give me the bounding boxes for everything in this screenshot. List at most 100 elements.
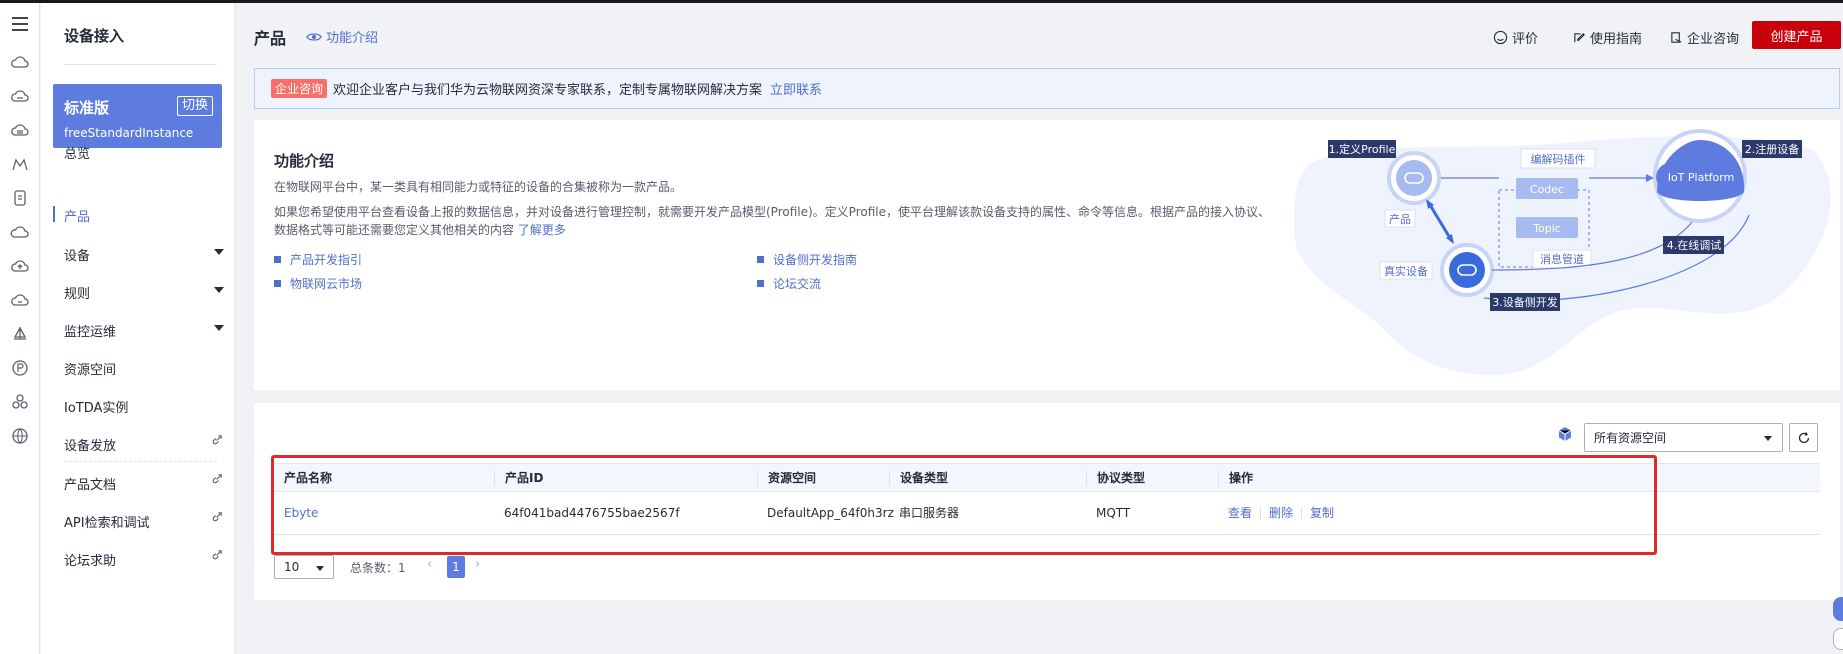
table-row: Ebyte 64f041bad4476755bae2567f DefaultAp… xyxy=(274,492,1820,535)
sidebar-item-label: 设备发放 xyxy=(64,439,117,454)
sidebar-item-iotda-instance[interactable]: IoTDA实例 xyxy=(64,397,224,416)
feature-intro-label: 功能介绍 xyxy=(326,31,379,46)
device-dev-guide-link[interactable]: 设备侧开发指南 xyxy=(757,251,857,268)
cloud-upload-icon[interactable] xyxy=(7,253,33,279)
iot-marketplace-link[interactable]: 物联网云市场 xyxy=(274,275,362,292)
cloud-database-icon[interactable] xyxy=(7,117,33,143)
page-size-value: 10 xyxy=(284,560,300,574)
codec-plugin-label: 编解码插件 xyxy=(1531,152,1586,166)
consult-banner: 企业咨询 欢迎企业客户与我们华为云物联网资深专家联系，定制专属物联网解决方案 立… xyxy=(254,68,1840,109)
sidebar-item-overview[interactable]: 总览 xyxy=(64,143,224,162)
feature-intro-link[interactable]: 功能介绍 xyxy=(306,27,378,46)
globe-icon[interactable] xyxy=(7,423,33,449)
user-guide-label: 使用指南 xyxy=(1590,32,1643,47)
column-header: 产品ID xyxy=(494,471,543,486)
chevron-down-icon xyxy=(316,566,324,571)
column-header: 产品名称 xyxy=(284,471,333,485)
sidebar-item-label: 设备 xyxy=(64,249,91,264)
cloud-outline-icon[interactable] xyxy=(7,219,33,245)
copy-button[interactable]: 复制 xyxy=(1310,506,1334,520)
ship-icon[interactable] xyxy=(7,321,33,347)
sidebar-item-device-provisioning[interactable]: 设备发放 xyxy=(64,435,224,454)
intro-title: 功能介绍 xyxy=(274,152,335,170)
page-number-button[interactable]: 1 xyxy=(447,556,465,578)
enterprise-consult-label: 企业咨询 xyxy=(1687,32,1740,47)
sidebar-item-forum[interactable]: 论坛求助 xyxy=(64,550,224,569)
floating-help-button[interactable] xyxy=(1833,597,1843,621)
column-header: 资源空间 xyxy=(757,471,816,486)
intro-detail: 如果您希望使用平台查看设备上报的数据信息，并对设备进行管理控制，就需要开发产品模… xyxy=(274,203,1274,239)
column-header: 操作 xyxy=(1218,471,1253,486)
cube-icon xyxy=(1558,427,1572,441)
sidebar-item-product[interactable]: 产品 xyxy=(64,206,224,225)
sidebar-item-api-explorer[interactable]: API检索和调试 xyxy=(64,512,224,531)
column-header: 设备类型 xyxy=(889,471,948,486)
instance-card: 标准版 切换 freeStandardInstance xyxy=(53,84,222,148)
document-icon[interactable] xyxy=(7,185,33,211)
create-product-button[interactable]: 创建产品 xyxy=(1752,21,1841,49)
circle-p-icon[interactable] xyxy=(7,355,33,381)
step3-label: 3.设备侧开发 xyxy=(1492,295,1558,309)
contact-now-link[interactable]: 立即联系 xyxy=(770,79,822,98)
sidebar-item-label: 规则 xyxy=(64,287,91,302)
rate-button[interactable]: 评价 xyxy=(1493,28,1538,47)
link-label: 产品开发指引 xyxy=(290,253,363,267)
next-page-button[interactable]: › xyxy=(475,557,480,572)
product-name-link[interactable]: Ebyte xyxy=(274,492,318,535)
floating-service-button[interactable] xyxy=(1833,628,1843,650)
action-divider xyxy=(1260,507,1262,520)
resource-space-select[interactable]: 所有资源空间 xyxy=(1584,423,1783,452)
product-dev-guide-link[interactable]: 产品开发指引 xyxy=(274,251,362,268)
sidebar: 设备接入 标准版 切换 freeStandardInstance 总览 产品 设… xyxy=(41,3,235,654)
instance-edition: 标准版 xyxy=(64,99,110,117)
page-title: 产品 xyxy=(254,29,287,48)
consult-badge: 企业咨询 xyxy=(271,79,328,98)
cloud-icon[interactable] xyxy=(7,49,33,75)
resource-space-value: 所有资源空间 xyxy=(1594,431,1667,445)
sidebar-item-resource-space[interactable]: 资源空间 xyxy=(64,359,224,378)
codec-label: Codec xyxy=(1530,183,1564,196)
banner-text: 欢迎企业客户与我们华为云物联网资深专家联系，定制专属物联网解决方案 xyxy=(333,83,763,98)
refresh-icon xyxy=(1798,431,1809,443)
view-button[interactable]: 查看 xyxy=(1228,506,1252,520)
network-icon[interactable] xyxy=(7,151,33,177)
feature-intro-panel: 功能介绍 在物联网平台中，某一类具有相同能力或特征的设备的合集被称为一款产品。 … xyxy=(254,120,1840,390)
prev-page-button[interactable]: ‹ xyxy=(427,557,432,572)
sidebar-item-rules[interactable]: 规则 xyxy=(64,283,224,302)
cloud-server-icon[interactable] xyxy=(7,83,33,109)
sidebar-divider xyxy=(64,461,217,462)
page-size-select[interactable]: 10 xyxy=(274,555,334,579)
instance-switch-button[interactable]: 切换 xyxy=(176,96,213,116)
delete-button[interactable]: 删除 xyxy=(1269,506,1293,520)
user-guide-button[interactable]: 使用指南 xyxy=(1573,28,1642,47)
forum-link[interactable]: 论坛交流 xyxy=(757,275,821,292)
external-link-icon xyxy=(212,550,222,560)
sidebar-item-monitoring[interactable]: 监控运维 xyxy=(64,321,224,340)
action-divider xyxy=(1301,507,1303,520)
rate-label: 评价 xyxy=(1512,32,1539,47)
chevron-down-icon xyxy=(214,325,224,331)
sidebar-item-product-docs[interactable]: 产品文档 xyxy=(64,474,224,493)
external-link-icon xyxy=(212,474,222,484)
edit-icon xyxy=(1574,32,1585,43)
topic-label: Topic xyxy=(1532,222,1561,235)
smile-icon xyxy=(1493,30,1508,45)
cluster-icon[interactable] xyxy=(7,389,33,415)
menu-icon[interactable] xyxy=(7,11,33,37)
intro-description: 在物联网平台中，某一类具有相同能力或特征的设备的合集被称为一款产品。 xyxy=(274,180,683,194)
instance-id: freeStandardInstance xyxy=(64,126,194,140)
step2-label: 2.注册设备 xyxy=(1745,142,1800,156)
enterprise-consult-button[interactable]: 企业咨询 xyxy=(1670,28,1739,47)
total-count: 总条数：1 xyxy=(350,561,406,575)
sidebar-item-device[interactable]: 设备 xyxy=(64,245,224,264)
eye-icon xyxy=(306,32,322,41)
sidebar-item-label: 监控运维 xyxy=(64,325,117,340)
cloud-link-icon[interactable] xyxy=(7,287,33,313)
learn-more-link[interactable]: 了解更多 xyxy=(518,223,566,237)
sidebar-divider xyxy=(64,64,217,65)
chevron-down-icon xyxy=(214,249,224,255)
link-label: 物联网云市场 xyxy=(290,277,363,291)
refresh-button[interactable] xyxy=(1789,423,1818,452)
msg-pipe-label: 消息管道 xyxy=(1540,252,1584,266)
resource-space: DefaultApp_64f0h3rz xyxy=(767,506,894,520)
